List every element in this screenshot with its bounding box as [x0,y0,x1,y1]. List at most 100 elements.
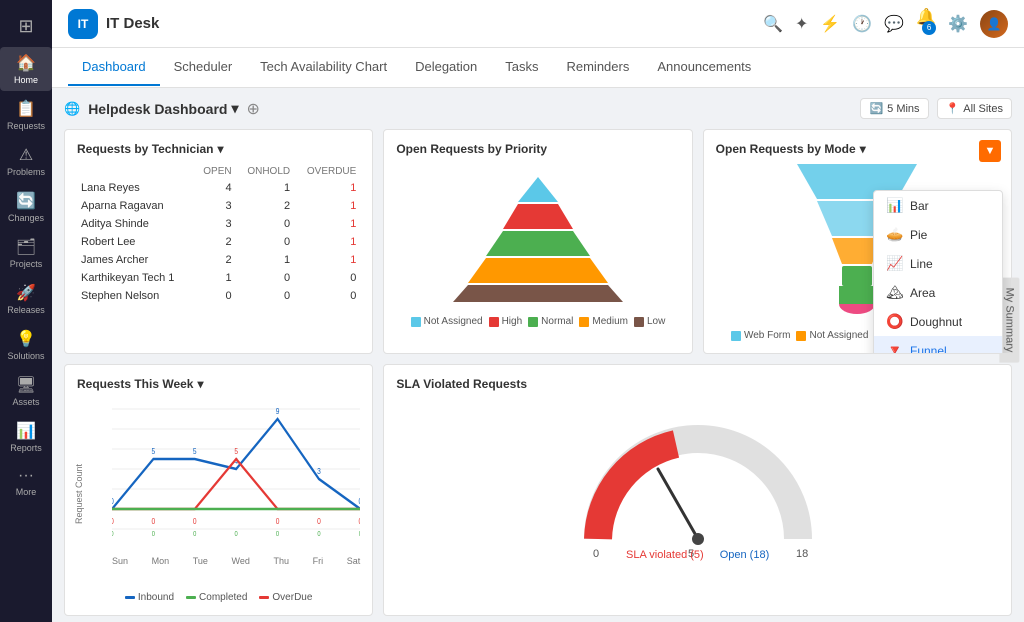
sidebar-item-label: Home [14,75,38,85]
col-open: OPEN [194,164,236,179]
sidebar-item-requests[interactable]: 📋 Requests [0,93,52,137]
table-row[interactable]: Robert Lee 2 0 1 [77,233,360,251]
dashboard-title[interactable]: Helpdesk Dashboard ▾ [88,100,238,117]
ai-icon[interactable]: ✦ [795,14,808,34]
chevron-down-icon[interactable]: ▾ [860,142,866,156]
chart-label: Bar [910,199,929,213]
svg-text:9: 9 [276,406,280,416]
sidebar-item-releases[interactable]: 🚀 Releases [0,277,52,321]
sidebar-item-changes[interactable]: 🔄 Changes [0,185,52,229]
svg-text:0: 0 [112,496,114,506]
sidebar-item-home[interactable]: 🏠 Home [0,47,52,91]
x-axis-label: Wed [232,556,250,566]
chart-type-area[interactable]: 🏔Area [874,278,1002,307]
open-by-priority-title: Open Requests by Priority [396,142,679,156]
legend-label: Not Assigned [424,316,483,327]
legend-dot [731,331,741,341]
x-axis-label: Sat [347,556,361,566]
chevron-down-icon[interactable]: ▾ [197,377,203,391]
tab-tech-availability[interactable]: Tech Availability Chart [246,49,401,86]
sidebar-item-label: Projects [10,259,43,269]
table-row[interactable]: Aparna Ragavan 3 2 1 [77,197,360,215]
tech-open: 2 [194,251,236,269]
chevron-down-icon[interactable]: ▾ [217,142,223,156]
app-title: IT Desk [106,15,159,32]
chat-icon[interactable]: 💬 [884,14,904,34]
sidebar-item-solutions[interactable]: 💡 Solutions [0,323,52,367]
chart-icon: 🥧 [886,226,902,243]
tech-onhold: 0 [236,215,295,233]
open-by-mode-card: Open Requests by Mode ▾ ▼ [703,129,1012,354]
week-chart-legend: InboundCompletedOverDue [77,592,360,603]
svg-text:0: 0 [317,516,321,526]
x-axis-label: Thu [274,556,290,566]
table-row[interactable]: James Archer 2 1 1 [77,251,360,269]
reports-icon: 📊 [16,421,36,441]
legend-dot [579,317,589,327]
priority-legend: Not AssignedHighNormalMediumLow [396,316,679,327]
chart-type-doughnut[interactable]: ⭕Doughnut [874,307,1002,336]
svg-text:0: 0 [193,531,197,539]
legend-dot [489,317,499,327]
open-by-mode-title: Open Requests by Mode ▾ [716,142,999,156]
svg-text:5: 5 [193,446,197,456]
x-axis-label: Mon [152,556,170,566]
sidebar-item-reports[interactable]: 📊 Reports [0,415,52,459]
chart-icon: 📊 [886,197,902,214]
sla-violated-title: SLA Violated Requests [396,377,999,391]
table-row[interactable]: Stephen Nelson 0 0 0 [77,287,360,305]
grid-icon[interactable]: ⊞ [10,8,41,45]
tech-overdue: 0 [294,269,360,287]
tech-overdue: 1 [294,215,360,233]
solutions-icon: 💡 [16,329,36,349]
clock-icon[interactable]: 🕐 [852,14,872,34]
open-by-priority-card: Open Requests by Priority [383,129,692,354]
chart-type-bar[interactable]: 📊 Bar [874,191,1002,220]
add-dashboard-icon[interactable]: ⊕ [246,99,259,119]
tech-onhold: 0 [236,269,295,287]
filter-button[interactable]: ▼ [979,140,1001,162]
sidebar-item-label: Releases [7,305,45,315]
tab-tasks[interactable]: Tasks [491,49,552,86]
chart-type-pie[interactable]: 🥧Pie [874,220,1002,249]
legend-label: Normal [541,316,573,327]
sla-violated-card: SLA Violated Requests 0 5 18 [383,364,1012,616]
topbar: IT IT Desk 🔍 ✦ ⚡ 🕐 💬 🔔 6 ⚙️ 👤 [52,0,1024,48]
user-avatar[interactable]: 👤 [980,10,1008,38]
refresh-badge[interactable]: 🔄 5 Mins [860,98,928,119]
x-axis-label: Sun [112,556,128,566]
tab-dashboard[interactable]: Dashboard [68,49,160,86]
sidebar-item-label: Problems [7,167,45,177]
search-icon[interactable]: 🔍 [763,14,783,34]
svg-text:0: 0 [152,531,156,539]
svg-text:0: 0 [152,516,156,526]
y-axis-label: Request Count [74,463,84,523]
legend-label: Low [647,316,665,327]
tab-scheduler[interactable]: Scheduler [160,49,247,86]
tab-reminders[interactable]: Reminders [552,49,643,86]
legend-item: Normal [528,316,573,327]
col-onhold: ONHOLD [236,164,295,179]
legend-label: Inbound [138,592,174,603]
chart-type-funnel[interactable]: 🔻Funnel [874,336,1002,354]
tech-name: James Archer [77,251,194,269]
bell-icon[interactable]: 🔔 6 [916,7,936,41]
tab-delegation[interactable]: Delegation [401,49,491,86]
x-axis-label: Fri [313,556,324,566]
sidebar-item-problems[interactable]: ⚠ Problems [0,139,52,183]
legend-dot [125,596,135,599]
svg-text:0: 0 [112,516,114,526]
tab-announcements[interactable]: Announcements [643,49,765,86]
sidebar-item-assets[interactable]: 🖥 Assets [0,369,52,413]
table-row[interactable]: Lana Reyes 4 1 1 [77,179,360,197]
sites-badge[interactable]: 📍 All Sites [937,98,1012,119]
location-icon: 📍 [946,102,960,115]
tech-open: 3 [194,215,236,233]
sidebar-item-more[interactable]: ··· More [0,461,52,503]
chart-type-line[interactable]: 📈Line [874,249,1002,278]
sidebar-item-projects[interactable]: 🗂 Projects [0,231,52,275]
table-row[interactable]: Aditya Shinde 3 0 1 [77,215,360,233]
settings-icon[interactable]: ⚙️ [948,14,968,34]
table-row[interactable]: Karthikeyan Tech 1 1 0 0 [77,269,360,287]
bolt-icon[interactable]: ⚡ [820,14,840,34]
